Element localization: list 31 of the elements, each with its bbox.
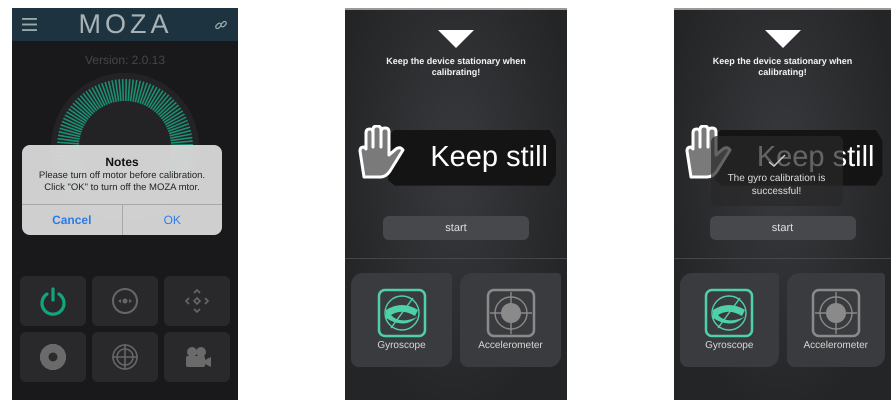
arrows-icon: [182, 286, 212, 316]
circle-icon: [110, 286, 140, 316]
camera-button[interactable]: [164, 332, 230, 382]
power-button[interactable]: [20, 276, 86, 326]
gyroscope-tab[interactable]: Gyroscope: [351, 272, 452, 367]
gyroscope-icon: [376, 288, 426, 338]
instruction-text: Keep the device stationary when calibrating!: [712, 56, 854, 78]
start-button[interactable]: start: [383, 216, 529, 240]
direction-button[interactable]: [164, 276, 230, 326]
check-icon: [766, 154, 786, 168]
triangle-icon: [764, 30, 800, 48]
target-icon: [486, 288, 536, 338]
settings-icon: [38, 342, 68, 372]
mode-button[interactable]: [92, 276, 158, 326]
dialog-title: Notes: [105, 155, 139, 169]
triangle-icon: [438, 30, 474, 48]
gyroscope-icon: [704, 288, 754, 338]
hand-icon: [356, 124, 406, 181]
app-logo: MOZA: [78, 9, 172, 40]
menu-icon[interactable]: [22, 18, 37, 31]
accelerometer-tab[interactable]: Accelerometer: [786, 272, 885, 367]
accelerometer-tab[interactable]: Accelerometer: [460, 272, 561, 367]
dialog-message: Please turn off motor before calibration. Click "OK" to turn off the MOZA mtor.: [38, 169, 206, 195]
settings-button[interactable]: [20, 332, 86, 382]
gyroscope-tab[interactable]: Gyroscope: [680, 272, 778, 367]
start-button[interactable]: start: [710, 216, 856, 240]
crosshair-icon: [110, 342, 140, 372]
target-icon: [810, 288, 861, 338]
keep-still-banner: Keep still: [388, 130, 556, 186]
crosshair-button[interactable]: [92, 332, 158, 382]
instruction-text: Keep the device stationary when calibrating!: [385, 56, 527, 78]
